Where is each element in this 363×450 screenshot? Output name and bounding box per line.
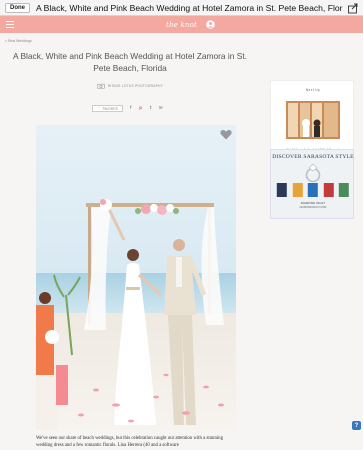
site-logo[interactable]: the knot: [166, 21, 197, 29]
ad-badges: [275, 183, 351, 197]
photographer-credit: RISING LOTUS PHOTOGRAPHY: [12, 83, 248, 89]
wedding-photo: [36, 125, 236, 430]
menu-icon[interactable]: [6, 21, 14, 28]
camera-icon: [97, 83, 105, 89]
ad-badge-1: [276, 183, 287, 197]
window-title: A Black, White and Pink Beach Wedding at…: [36, 2, 343, 13]
share-actions: ♡ FAVORITE f p t ✉: [92, 105, 163, 112]
pinterest-icon[interactable]: p: [138, 106, 143, 111]
page-content: < Real Weddings A Black, White and Pink …: [0, 33, 363, 450]
help-button[interactable]: ?: [352, 421, 361, 430]
ad-badge-4: [323, 183, 334, 197]
wedding-photo-image: [36, 125, 236, 430]
twitter-icon[interactable]: t: [148, 106, 153, 111]
ad-badge-5: [339, 183, 350, 197]
favorite-label: FAVORITE: [102, 106, 119, 111]
ad-headline: DISCOVER SARASOTA STYLE: [272, 154, 354, 160]
heart-icon[interactable]: [220, 129, 232, 140]
next-up-label: Next Up: [305, 88, 321, 92]
article-intro: We've seen our share of beach weddings, …: [36, 436, 223, 448]
share-icon[interactable]: [347, 2, 359, 14]
ad-badge-3: [307, 183, 318, 197]
ad-badge-2: [292, 183, 303, 197]
profile-icon[interactable]: [206, 20, 215, 29]
article-title: A Black, White and Pink Beach Wedding at…: [13, 51, 247, 73]
facebook-icon[interactable]: f: [128, 106, 133, 111]
next-up-thumbnail[interactable]: [286, 101, 340, 139]
favorite-button[interactable]: ♡ FAVORITE: [92, 105, 124, 112]
site-header: the knot: [0, 16, 363, 33]
breadcrumb[interactable]: < Real Weddings: [5, 39, 32, 43]
ad-brand: DIAMOND VAULT: [300, 201, 326, 205]
ad-subtext: DIAMONDVAULT.COM: [299, 206, 327, 209]
done-button[interactable]: Done: [5, 2, 30, 13]
photographer-link[interactable]: RISING LOTUS PHOTOGRAPHY: [108, 84, 163, 88]
email-icon[interactable]: ✉: [158, 106, 163, 111]
heart-icon: ♡: [97, 106, 101, 111]
app-toolbar: Done A Black, White and Pink Beach Weddi…: [0, 0, 363, 16]
advertisement[interactable]: DISCOVER SARASOTA STYLE DIAMOND VAULT DI…: [270, 149, 354, 219]
diamond-ring-icon: [305, 163, 321, 183]
